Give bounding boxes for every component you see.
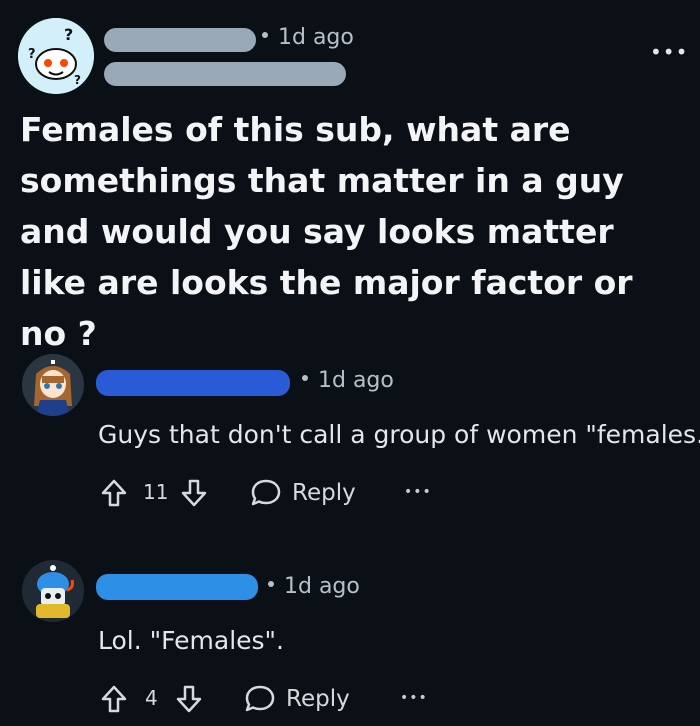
vote-count: 11 <box>143 480 169 504</box>
svg-text:?: ? <box>64 25 73 44</box>
upvote-arrow-icon <box>101 685 127 713</box>
comment-more-button[interactable]: ••• <box>404 484 432 500</box>
comment-avatar[interactable] <box>22 354 84 416</box>
comment-time: 1d ago <box>318 368 394 393</box>
anime-avatar-icon <box>22 354 84 416</box>
comment-more-button[interactable]: ••• <box>400 690 428 706</box>
upvote-arrow-icon <box>101 479 127 507</box>
comment-meta: 1d ago <box>302 368 394 393</box>
reply-button[interactable]: Reply <box>244 684 350 714</box>
vote-count: 4 <box>145 686 158 710</box>
post-subreddit-redacted[interactable] <box>104 62 346 86</box>
post-author-redacted[interactable] <box>104 28 256 52</box>
downvote-arrow-icon <box>181 479 207 507</box>
downvote-button[interactable] <box>180 478 208 508</box>
reply-label: Reply <box>286 686 350 712</box>
upvote-button[interactable] <box>100 478 128 508</box>
post-author-avatar[interactable]: ? ? ? <box>18 18 94 94</box>
comment-bubble-icon <box>245 685 275 712</box>
separator-dot <box>268 581 274 587</box>
upvote-button[interactable] <box>100 684 128 714</box>
reply-button[interactable]: Reply <box>250 478 356 508</box>
comment-time: 1d ago <box>284 574 360 599</box>
comment-meta: 1d ago <box>268 574 360 599</box>
comment-body: Lol. "Females". <box>98 626 284 655</box>
post-meta: 1d ago <box>262 25 354 50</box>
robot-avatar-icon <box>22 560 84 622</box>
svg-text:?: ? <box>74 73 81 87</box>
separator-dot <box>302 375 308 381</box>
comment-author-redacted[interactable] <box>96 574 258 600</box>
comment-bubble-icon <box>251 479 281 506</box>
separator-dot <box>262 32 268 38</box>
svg-text:?: ? <box>28 47 36 62</box>
post-more-button[interactable]: ••• <box>650 40 688 64</box>
comment-author-redacted[interactable] <box>96 370 290 396</box>
reply-label: Reply <box>292 480 356 506</box>
comment-body: Guys that don't call a group of women "f… <box>98 420 700 449</box>
snoo-avatar-icon: ? ? ? <box>18 18 94 94</box>
post-title[interactable]: Females of this sub, what are somethings… <box>20 104 690 359</box>
downvote-arrow-icon <box>176 685 202 713</box>
post-time: 1d ago <box>278 25 354 50</box>
downvote-button[interactable] <box>175 684 203 714</box>
comment-avatar[interactable] <box>22 560 84 622</box>
